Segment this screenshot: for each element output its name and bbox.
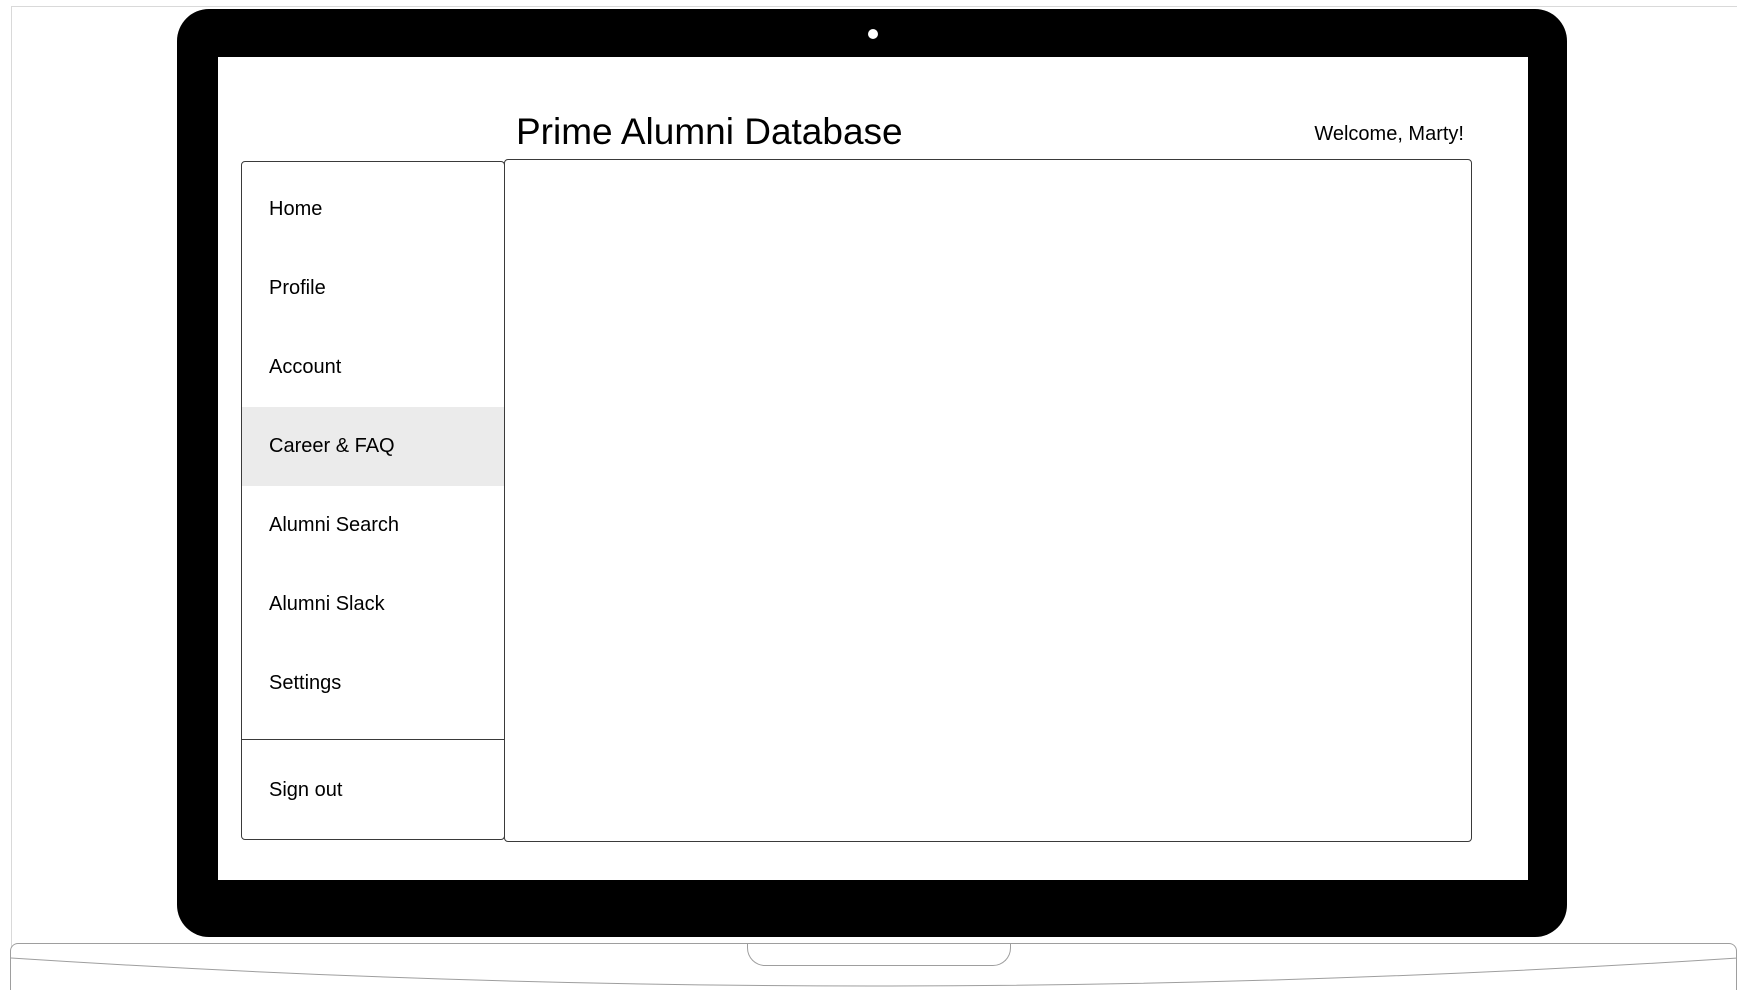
sidebar-nav: Home Profile Account Career & FAQ Alumni… xyxy=(242,170,504,723)
sign-out-button[interactable]: Sign out xyxy=(242,741,504,839)
laptop-mockup: Prime Alumni Database Welcome, Marty! Ho… xyxy=(0,0,1737,990)
sidebar-item-account[interactable]: Account xyxy=(242,328,504,407)
page-title: Prime Alumni Database xyxy=(516,111,903,152)
laptop-base xyxy=(10,943,1737,990)
sidebar: Home Profile Account Career & FAQ Alumni… xyxy=(241,161,505,840)
sidebar-item-settings[interactable]: Settings xyxy=(242,644,504,723)
sidebar-item-profile[interactable]: Profile xyxy=(242,249,504,328)
sidebar-item-career-faq[interactable]: Career & FAQ xyxy=(242,407,504,486)
sidebar-item-alumni-slack[interactable]: Alumni Slack xyxy=(242,565,504,644)
sidebar-item-home[interactable]: Home xyxy=(242,170,504,249)
sidebar-item-alumni-search[interactable]: Alumni Search xyxy=(242,486,504,565)
laptop-notch xyxy=(747,944,1011,966)
sidebar-divider xyxy=(242,739,504,740)
camera-icon xyxy=(868,29,878,39)
main-content-panel xyxy=(504,159,1472,842)
welcome-message: Welcome, Marty! xyxy=(1314,123,1464,145)
